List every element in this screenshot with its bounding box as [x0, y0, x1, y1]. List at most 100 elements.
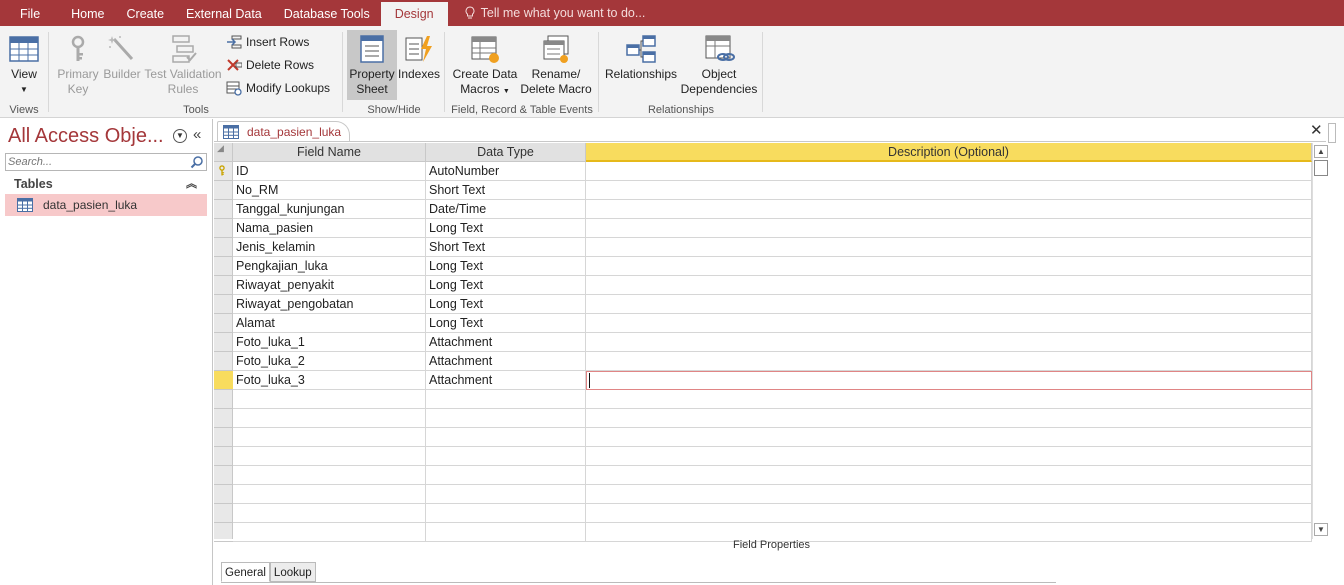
view-button[interactable]: View ▼ [4, 30, 44, 97]
description-cell[interactable] [586, 447, 1312, 466]
row-selector[interactable] [214, 428, 233, 447]
data-type-cell[interactable]: Short Text [426, 238, 586, 257]
description-cell[interactable] [586, 314, 1312, 333]
delete-rows-button[interactable]: Delete Rows [226, 57, 314, 73]
description-cell[interactable] [586, 276, 1312, 295]
description-cell[interactable] [586, 485, 1312, 504]
field-name-cell[interactable]: Foto_luka_3 [233, 371, 426, 390]
builder-button[interactable]: Builder [100, 30, 144, 82]
field-name-cell[interactable]: Nama_pasien [233, 219, 426, 238]
data-type-cell[interactable]: Attachment [426, 371, 586, 390]
data-type-cell[interactable] [426, 409, 586, 428]
field-name-cell[interactable] [233, 447, 426, 466]
create-data-macros-button[interactable]: Create Data Macros ▼ [450, 30, 520, 99]
data-type-cell[interactable]: Attachment [426, 352, 586, 371]
field-name-cell[interactable]: Riwayat_pengobatan [233, 295, 426, 314]
data-type-cell[interactable] [426, 466, 586, 485]
description-cell[interactable] [586, 428, 1312, 447]
description-cell[interactable] [586, 466, 1312, 485]
property-sheet-button[interactable]: Property Sheet [347, 30, 397, 100]
field-name-cell[interactable]: ID [233, 162, 426, 181]
field-name-cell[interactable] [233, 504, 426, 523]
tab-external-data[interactable]: External Data [175, 0, 273, 26]
test-validation-rules-button[interactable]: Test Validation Rules [144, 30, 222, 97]
data-type-cell[interactable]: Long Text [426, 276, 586, 295]
row-selector[interactable] [214, 390, 233, 409]
document-tab-data-pasien-luka[interactable]: data_pasien_luka [217, 121, 350, 142]
data-type-cell[interactable]: AutoNumber [426, 162, 586, 181]
field-name-cell[interactable]: Alamat [233, 314, 426, 333]
field-name-cell[interactable]: Tanggal_kunjungan [233, 200, 426, 219]
nav-menu-dropdown-icon[interactable]: ▼ [173, 129, 187, 143]
description-cell[interactable] [586, 219, 1312, 238]
scroll-thumb[interactable] [1314, 160, 1328, 176]
data-type-cell[interactable]: Long Text [426, 295, 586, 314]
vertical-scrollbar[interactable]: ▲ ▼ [1312, 143, 1329, 539]
relationships-button[interactable]: Relationships [602, 30, 680, 82]
row-selector[interactable] [214, 485, 233, 504]
field-name-cell[interactable] [233, 409, 426, 428]
row-selector[interactable] [214, 314, 233, 333]
data-type-cell[interactable]: Short Text [426, 181, 586, 200]
data-type-cell[interactable]: Long Text [426, 314, 586, 333]
field-name-cell[interactable]: Pengkajian_luka [233, 257, 426, 276]
tab-file[interactable]: File [0, 0, 60, 26]
data-type-cell[interactable]: Long Text [426, 219, 586, 238]
modify-lookups-button[interactable]: Modify Lookups [226, 80, 330, 96]
tab-design[interactable]: Design [380, 2, 448, 26]
row-selector-header[interactable]: ◢ [214, 143, 233, 162]
row-selector[interactable] [214, 466, 233, 485]
description-cell[interactable] [586, 504, 1312, 523]
row-selector[interactable] [214, 295, 233, 314]
nav-group-tables[interactable]: Tables ︽ [5, 175, 207, 193]
field-name-cell[interactable]: Foto_luka_1 [233, 333, 426, 352]
row-selector[interactable] [214, 371, 233, 390]
close-icon[interactable]: ✕ [1310, 121, 1323, 139]
description-cell[interactable] [586, 333, 1312, 352]
data-type-cell[interactable]: Attachment [426, 333, 586, 352]
row-selector[interactable] [214, 238, 233, 257]
data-type-cell[interactable] [426, 504, 586, 523]
row-selector[interactable] [214, 333, 233, 352]
tab-general[interactable]: General [221, 562, 270, 582]
field-name-cell[interactable] [233, 466, 426, 485]
shutter-bar-collapse-icon[interactable]: « [193, 126, 201, 143]
description-cell[interactable] [586, 238, 1312, 257]
field-name-cell[interactable]: No_RM [233, 181, 426, 200]
data-type-cell[interactable] [426, 447, 586, 466]
description-cell[interactable] [586, 200, 1312, 219]
field-name-cell[interactable] [233, 485, 426, 504]
description-cell[interactable] [586, 181, 1312, 200]
description-cell[interactable] [586, 257, 1312, 276]
description-cell[interactable] [586, 162, 1312, 181]
primary-key-button[interactable]: Primary Key [54, 30, 102, 97]
row-selector[interactable] [214, 219, 233, 238]
field-name-cell[interactable] [233, 428, 426, 447]
data-type-cell[interactable] [426, 390, 586, 409]
description-cell[interactable] [586, 409, 1312, 428]
data-type-cell[interactable]: Long Text [426, 257, 586, 276]
tab-home[interactable]: Home [60, 0, 115, 26]
search-icon[interactable] [190, 155, 204, 169]
row-selector[interactable] [214, 504, 233, 523]
tell-me-box[interactable]: Tell me what you want to do... [448, 0, 657, 26]
data-type-cell[interactable]: Date/Time [426, 200, 586, 219]
description-cell[interactable] [586, 390, 1312, 409]
row-selector[interactable] [214, 200, 233, 219]
nav-search-input[interactable] [6, 154, 186, 170]
row-selector[interactable] [214, 257, 233, 276]
row-selector[interactable] [214, 409, 233, 428]
rename-delete-macro-button[interactable]: Rename/ Delete Macro [518, 30, 594, 97]
field-name-cell[interactable]: Foto_luka_2 [233, 352, 426, 371]
row-selector[interactable] [214, 352, 233, 371]
row-selector[interactable] [214, 162, 233, 181]
scroll-down-icon[interactable]: ▼ [1314, 523, 1328, 536]
field-name-cell[interactable]: Riwayat_penyakit [233, 276, 426, 295]
data-type-cell[interactable] [426, 485, 586, 504]
row-selector[interactable] [214, 447, 233, 466]
description-cell[interactable] [586, 295, 1312, 314]
scroll-up-icon[interactable]: ▲ [1314, 145, 1328, 158]
tab-database-tools[interactable]: Database Tools [273, 0, 381, 26]
insert-rows-button[interactable]: Insert Rows [226, 34, 309, 50]
tab-lookup[interactable]: Lookup [269, 562, 316, 582]
